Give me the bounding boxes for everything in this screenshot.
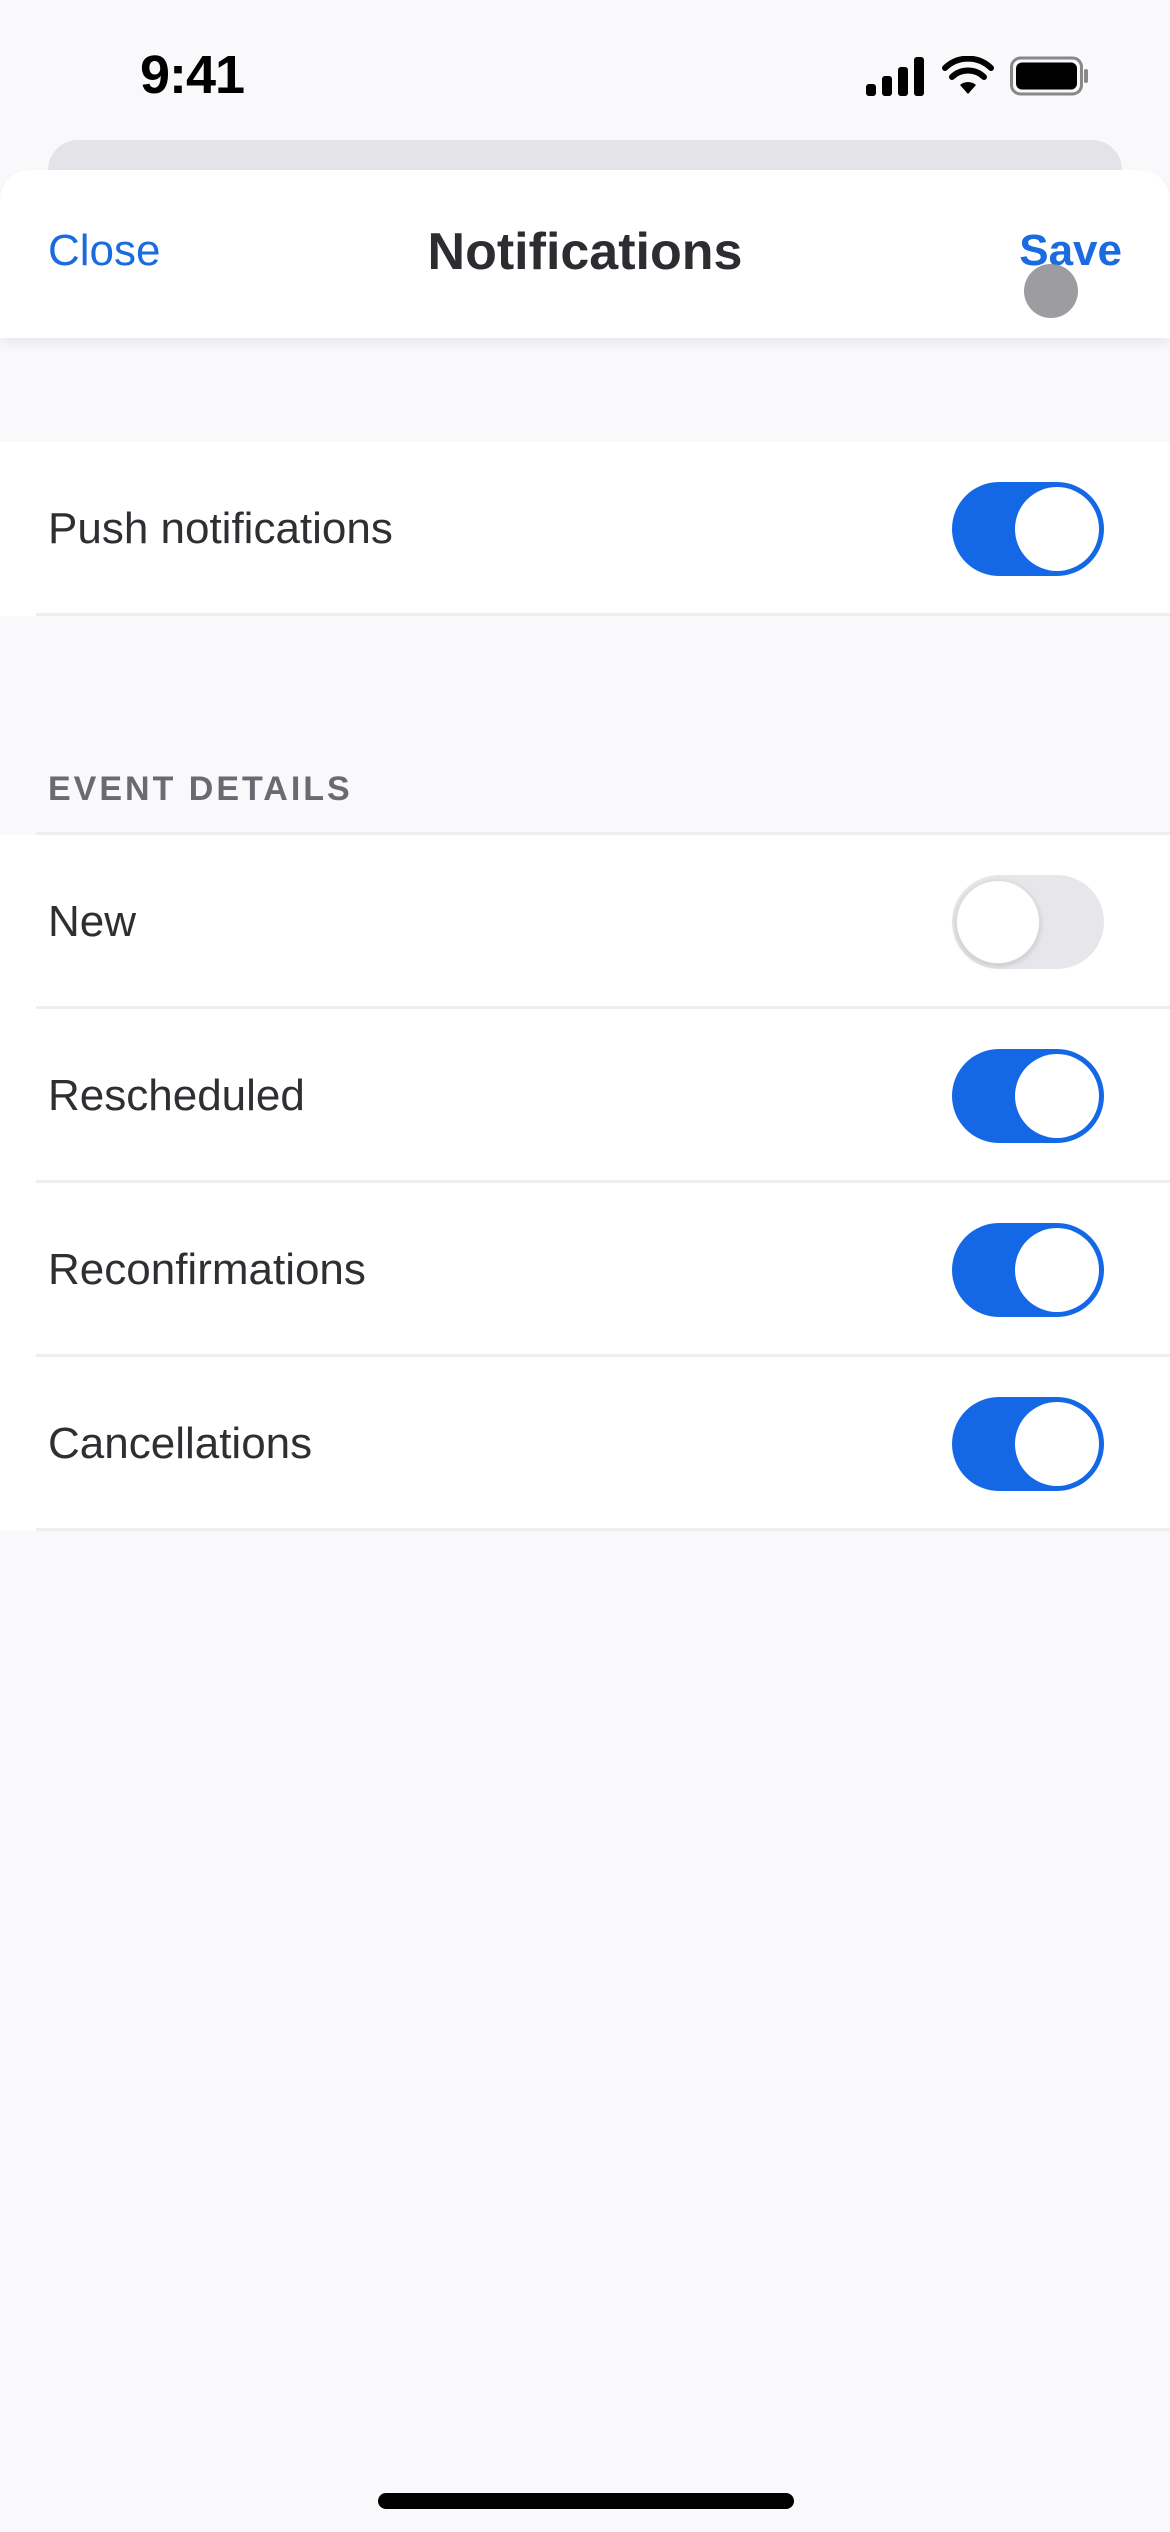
event-label: Rescheduled	[48, 1071, 305, 1120]
push-notifications-toggle[interactable]	[952, 482, 1104, 576]
new-toggle[interactable]	[952, 875, 1104, 969]
page-title: Notifications	[427, 223, 743, 281]
battery-icon	[1010, 56, 1088, 96]
push-notifications-group: Push notifications	[0, 442, 1170, 616]
reconfirmations-toggle[interactable]	[952, 1223, 1104, 1317]
toggle-knob	[1015, 1228, 1099, 1312]
toggle-knob	[956, 880, 1040, 964]
cancellations-toggle[interactable]	[952, 1397, 1104, 1491]
rescheduled-toggle[interactable]	[952, 1049, 1104, 1143]
toggle-knob	[1015, 1402, 1099, 1486]
status-bar: 9:41	[0, 0, 1170, 150]
push-notifications-label: Push notifications	[48, 504, 393, 553]
home-indicator[interactable]	[378, 2493, 794, 2509]
touch-indicator	[1024, 264, 1078, 318]
status-time: 9:41	[140, 45, 245, 105]
event-label: New	[48, 897, 137, 946]
cellular-signal-icon	[866, 57, 924, 96]
event-row-rescheduled: Rescheduled	[0, 1009, 1170, 1183]
toggle-knob	[1015, 487, 1099, 571]
wifi-icon	[942, 56, 994, 94]
status-icons	[866, 56, 1090, 96]
event-row-new: New	[0, 835, 1170, 1009]
section-header-event-details: EVENT DETAILS	[48, 770, 353, 808]
event-label: Reconfirmations	[48, 1245, 366, 1294]
event-row-cancellations: Cancellations	[0, 1357, 1170, 1531]
push-notifications-row: Push notifications	[0, 442, 1170, 616]
event-row-reconfirmations: Reconfirmations	[0, 1183, 1170, 1357]
event-label: Cancellations	[48, 1419, 313, 1468]
toggle-knob	[1015, 1054, 1099, 1138]
event-details-group: New Rescheduled Reconfirmations Cancella…	[0, 835, 1170, 1531]
nav-bar: Close Notifications Save	[0, 170, 1170, 338]
